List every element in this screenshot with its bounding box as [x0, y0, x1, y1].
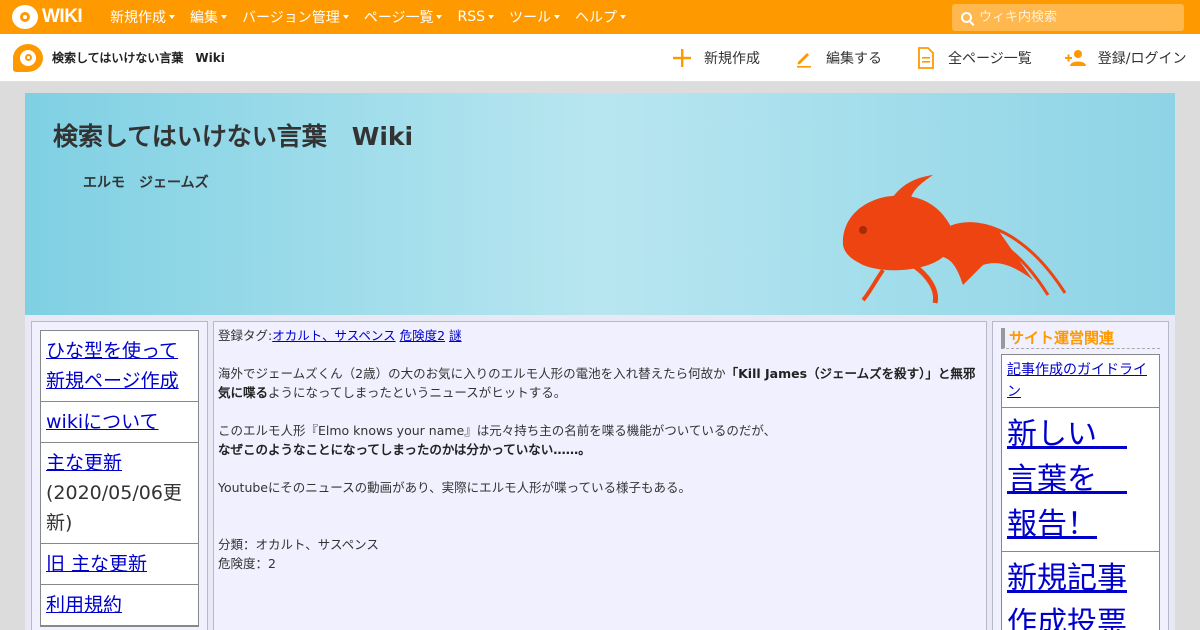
menu-new[interactable]: 新規作成	[110, 7, 175, 27]
menu-rss[interactable]: RSS	[457, 7, 494, 27]
nav-item: wikiについて	[41, 402, 198, 443]
caret-down-icon	[619, 15, 626, 19]
page-title: エルモ ジェームズ	[83, 175, 209, 191]
pencil-icon	[792, 46, 816, 70]
menu-pages[interactable]: ページ一覧	[364, 7, 443, 27]
wiki-search	[952, 4, 1184, 31]
at-logo-icon[interactable]	[13, 43, 43, 72]
update-date: (2020/05/06更新)	[46, 482, 182, 534]
site-name[interactable]: 検索してはいけない言葉 Wiki	[52, 49, 225, 66]
nav-link-terms[interactable]: 利用規約	[46, 594, 122, 616]
site-bar: 検索してはいけない言葉 Wiki 新規作成 編集する 全ページ一覧 登録/ログイ…	[0, 34, 1200, 82]
nav-item: 新規記事作成投票	[1002, 552, 1159, 630]
users-icon	[1064, 46, 1088, 70]
article-paragraph: 海外でジェームズくん（2歳）の大のお気に入りのエルモ人形の電池を入れ替えたら何故…	[218, 364, 982, 402]
menu-tools[interactable]: ツール	[509, 7, 560, 27]
action-label: 編集する	[826, 51, 882, 67]
menu-edit[interactable]: 編集	[190, 7, 227, 27]
logo-text: WIKI	[42, 6, 83, 27]
menu-label: ツール	[508, 10, 551, 26]
nav-link-updates[interactable]: 主な更新	[46, 452, 122, 474]
plus-icon	[670, 46, 694, 70]
nav-item: 利用規約	[41, 585, 198, 626]
new-article-vote-link[interactable]: 新規記事作成投票	[1007, 561, 1127, 630]
menu-label: RSS	[457, 9, 485, 25]
right-menu-title: サイト運営関連	[1001, 328, 1160, 349]
menu-label: 編集	[190, 10, 218, 26]
action-label: 登録/ログイン	[1097, 51, 1187, 67]
top-bar: WIKI 新規作成 編集 バージョン管理 ページ一覧 RSS ツール ヘルプ	[0, 0, 1200, 34]
left-menu: ひな型を使って新規ページ作成 wikiについて 主な更新 (2020/05/06更…	[31, 321, 208, 630]
category-line: 分類：オカルト、サスペンス	[218, 537, 379, 552]
nav-link-template[interactable]: ひな型を使って新規ページ作成	[46, 340, 179, 392]
article-paragraph: このエルモ人形『Elmo knows your name』は元々持ち主の名前を喋…	[218, 421, 982, 459]
tag-line: 登録タグ:オカルト、サスペンス 危険度2 謎	[218, 326, 982, 345]
menu-label: ヘルプ	[574, 10, 617, 26]
top-menu: 新規作成 編集 バージョン管理 ページ一覧 RSS ツール ヘルプ	[110, 7, 641, 27]
left-nav: ひな型を使って新規ページ作成 wikiについて 主な更新 (2020/05/06更…	[40, 330, 199, 627]
emphasis-text: なぜこのようなことになってしまったのかは分かっていない……。	[218, 442, 591, 457]
nav-item: 記事作成のガイドライン	[1002, 355, 1159, 408]
atwiki-logo[interactable]: WIKI	[12, 5, 90, 29]
right-nav: 記事作成のガイドライン 新しい 言葉を 報告！ 新規記事作成投票	[1001, 354, 1160, 630]
report-word-link[interactable]: 新しい 言葉を 報告！	[1007, 417, 1127, 542]
nav-item: ひな型を使って新規ページ作成	[41, 331, 198, 402]
site-actions: 新規作成 編集する 全ページ一覧 登録/ログイン	[670, 34, 1186, 82]
nav-link-about[interactable]: wikiについて	[46, 411, 159, 433]
caret-down-icon	[487, 15, 494, 19]
login-button[interactable]: 登録/ログイン	[1064, 46, 1187, 70]
edit-button[interactable]: 編集する	[792, 46, 882, 70]
nav-link-old-updates[interactable]: 旧 主な更新	[46, 553, 147, 575]
menu-label: 新規作成	[110, 10, 166, 26]
tag-link[interactable]: 危険度2	[400, 328, 445, 343]
caret-down-icon	[436, 15, 443, 19]
right-menu: サイト運営関連 記事作成のガイドライン 新しい 言葉を 報告！ 新規記事作成投票	[992, 321, 1169, 630]
tag-link[interactable]: オカルト、サスペンス	[272, 328, 395, 343]
new-page-button[interactable]: 新規作成	[670, 46, 760, 70]
guideline-link[interactable]: 記事作成のガイドライン	[1007, 362, 1147, 400]
nav-item: 主な更新 (2020/05/06更新)	[41, 443, 198, 544]
menu-label: ページ一覧	[363, 10, 434, 26]
tag-link[interactable]: 謎	[449, 328, 462, 343]
caret-down-icon	[221, 15, 227, 19]
main-content: 登録タグ:オカルト、サスペンス 危険度2 謎 海外でジェームズくん（2歳）の大の…	[213, 321, 987, 630]
goldfish-icon	[842, 175, 1067, 304]
nav-item: 旧 主な更新	[41, 544, 198, 585]
text: 海外でジェームズくん（2歳）の大のお気に入りのエルモ人形の電池を入れ替えたら何故…	[218, 366, 726, 381]
action-label: 新規作成	[704, 51, 760, 67]
action-label: 全ページ一覧	[948, 51, 1032, 67]
article-paragraph: Youtubeにそのニュースの動画があり、実際にエルモ人形が喋っている様子もある…	[218, 480, 691, 495]
all-pages-button[interactable]: 全ページ一覧	[914, 46, 1032, 70]
caret-down-icon	[169, 15, 175, 19]
at-icon	[12, 5, 38, 29]
caret-down-icon	[342, 15, 349, 19]
search-input[interactable]	[979, 10, 1169, 25]
page-list-icon	[914, 46, 938, 70]
danger-level: 危険度：2	[218, 556, 276, 571]
text: ようになってしまったというニュースがヒットする。	[268, 385, 567, 400]
caret-down-icon	[553, 15, 560, 19]
menu-version[interactable]: バージョン管理	[242, 7, 349, 27]
menu-label: バージョン管理	[242, 10, 340, 26]
wiki-banner: 検索してはいけない言葉 Wiki エルモ ジェームズ	[25, 93, 1175, 315]
wiki-title[interactable]: 検索してはいけない言葉 Wiki	[53, 117, 413, 153]
tags-prefix: 登録タグ:	[218, 328, 273, 343]
menu-help[interactable]: ヘルプ	[575, 7, 626, 27]
nav-item: 新しい 言葉を 報告！	[1002, 408, 1159, 552]
text: このエルモ人形『Elmo knows your name』は元々持ち主の名前を喋…	[218, 423, 777, 438]
search-icon[interactable]	[961, 12, 972, 23]
